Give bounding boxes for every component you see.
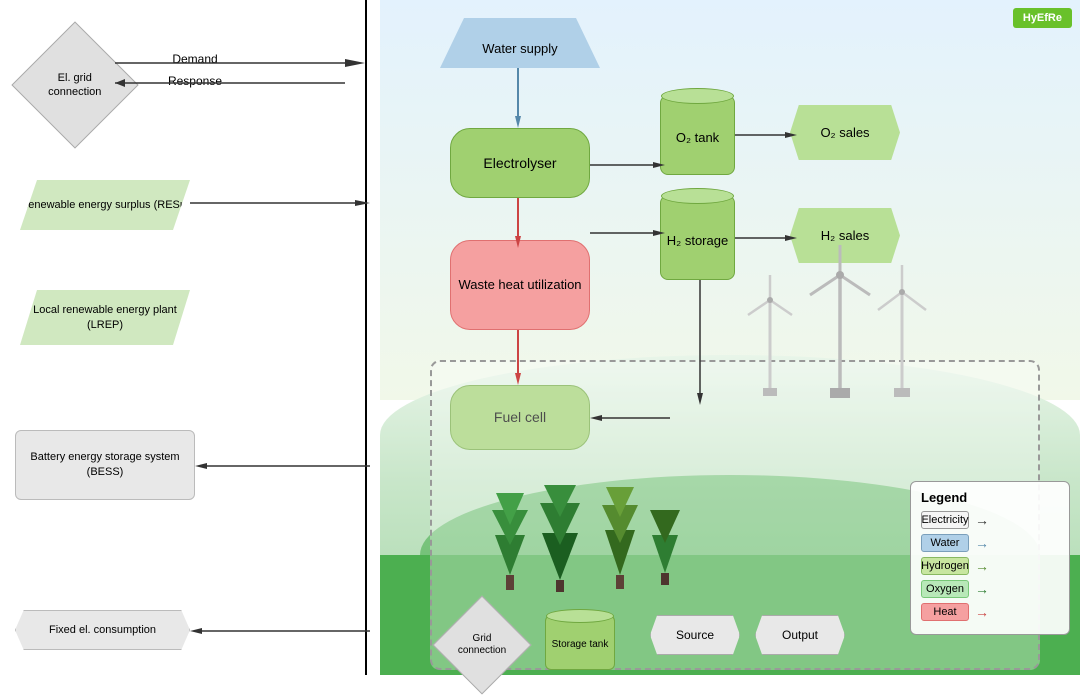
h2-storage-shape: H₂ storage	[660, 195, 735, 280]
fixed-el-label: Fixed el. consumption	[49, 623, 156, 637]
electrolyser-label: Electrolyser	[483, 154, 556, 172]
electrolyser-to-h2storage-arrow	[590, 230, 665, 236]
h2storage-to-fuelcell-arrow	[697, 280, 703, 405]
source-shape-bottom: Source	[650, 615, 740, 655]
water-to-electrolyser-arrow	[515, 68, 521, 128]
legend-hydrogen-box: Hydrogen	[921, 557, 969, 575]
electrolyser-shape: Electrolyser	[450, 128, 590, 198]
legend-electricity: Electricity →	[921, 511, 1059, 529]
source-label: Source	[676, 628, 714, 642]
output-label: Output	[782, 628, 818, 642]
legend-box: Legend Electricity → Water → Hydrogen → …	[910, 481, 1070, 635]
h2storage-to-h2sales-arrow	[735, 235, 797, 241]
legend-heat: Heat →	[921, 603, 1059, 621]
legend-electricity-arrow: →	[975, 512, 989, 528]
legend-title: Legend	[921, 490, 1059, 505]
fuelcell-to-h2storage-arrow	[590, 415, 670, 421]
legend-water-arrow: →	[975, 535, 989, 551]
fixed-el-shape: Fixed el. consumption	[15, 610, 190, 650]
hyefre-badge: HyEfRe	[1013, 8, 1072, 28]
el-grid-label: El. grid connection	[31, 71, 119, 100]
legend-water: Water →	[921, 534, 1059, 552]
o2-tank-shape: O₂ tank	[660, 95, 735, 175]
waste-to-fuelcell-arrow	[515, 330, 521, 385]
o2tank-to-o2sales-arrow	[735, 132, 797, 138]
output-shape-bottom: Output	[755, 615, 845, 655]
legend-hydrogen-arrow: →	[975, 558, 989, 574]
local-renewable-shape: Local renewable energy plant (LREP)	[20, 290, 190, 345]
windmill-2	[800, 240, 880, 400]
legend-oxygen: Oxygen →	[921, 580, 1059, 598]
legend-water-box: Water	[921, 534, 969, 552]
windmill-1	[740, 270, 800, 400]
water-supply-label: Water supply	[482, 41, 557, 56]
legend-heat-arrow: →	[975, 604, 989, 620]
legend-oxygen-arrow: →	[975, 581, 989, 597]
legend-electricity-box: Electricity	[921, 511, 969, 529]
battery-arrow	[195, 463, 370, 469]
renewable-energy-shape: Renewable energy surplus (RESu)	[20, 180, 190, 230]
h2-storage-label: H₂ storage	[667, 233, 728, 248]
grid-connection-bottom-label: Grid connection	[448, 633, 516, 657]
o2-tank-label: O₂ tank	[676, 130, 719, 145]
windmill-3	[870, 260, 935, 400]
o2-sales-shape: O₂ sales	[790, 105, 900, 160]
legend-heat-box: Heat	[921, 603, 969, 621]
electrolyser-to-o2tank-arrow	[590, 162, 665, 168]
renewable-arrow	[190, 200, 370, 206]
storage-tank-bottom: Storage tank	[545, 615, 615, 670]
trees	[480, 475, 680, 595]
battery-energy-label: Battery energy storage system (BESS)	[16, 450, 194, 481]
el-grid-arrows	[115, 55, 365, 95]
waste-heat-label: Waste heat utilization	[458, 276, 581, 294]
water-supply-shape: Water supply	[440, 18, 600, 68]
local-renewable-label: Local renewable energy plant (LREP)	[20, 303, 190, 332]
storage-tank-bottom-label: Storage tank	[552, 639, 609, 650]
legend-hydrogen: Hydrogen →	[921, 557, 1059, 575]
waste-heat-shape: Waste heat utilization	[450, 240, 590, 330]
vertical-divider	[365, 0, 367, 675]
fixed-el-arrow	[190, 628, 370, 634]
legend-oxygen-box: Oxygen	[921, 580, 969, 598]
renewable-energy-label: Renewable energy surplus (RESu)	[20, 198, 189, 212]
electrolyser-to-waste-arrow	[515, 198, 521, 248]
battery-energy-shape: Battery energy storage system (BESS)	[15, 430, 195, 500]
o2-sales-label: O₂ sales	[820, 125, 869, 140]
